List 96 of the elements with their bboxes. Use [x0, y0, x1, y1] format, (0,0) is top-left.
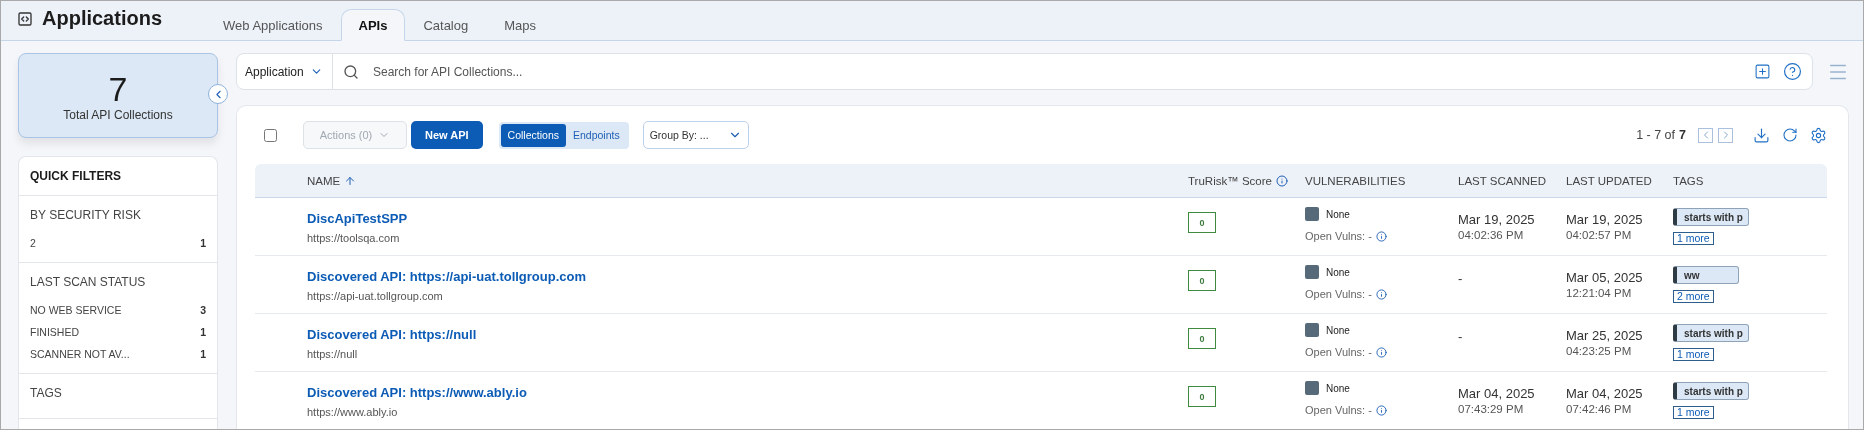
- risk-score: 0: [1188, 212, 1216, 233]
- page-title: Applications: [42, 7, 162, 30]
- api-url: https://null: [307, 348, 359, 360]
- api-name-link[interactable]: DiscApiTestSPP: [307, 211, 408, 226]
- filter-group-title: BY SECURITY RISK: [30, 208, 142, 222]
- settings-button[interactable]: [1810, 126, 1827, 144]
- api-url: https://www.ably.io: [307, 406, 399, 418]
- severity-square-icon: [1305, 381, 1319, 395]
- update-time: 07:42:46 PM: [1566, 403, 1633, 415]
- filters-title: QUICK FILTERS: [19, 157, 217, 196]
- more-tags-link[interactable]: 1 more: [1673, 232, 1714, 245]
- tab[interactable]: Web Applications: [205, 9, 341, 41]
- download-icon: [1753, 126, 1770, 144]
- tab[interactable]: APIs: [340, 9, 406, 41]
- info-icon: [1375, 230, 1387, 242]
- open-vulns-text: Open Vulns: -: [1305, 404, 1372, 416]
- collapse-button[interactable]: [208, 84, 228, 104]
- tag-chip: starts with p: [1673, 208, 1749, 226]
- download-button[interactable]: [1753, 126, 1770, 144]
- api-url: https://toolsqa.com: [307, 232, 401, 244]
- group-by-dropdown[interactable]: Group By: ...: [642, 121, 749, 149]
- filter-group-title: LAST SCAN STATUS: [30, 275, 147, 289]
- new-api-button[interactable]: New API: [411, 121, 483, 149]
- scan-time: 04:02:36 PM: [1458, 229, 1525, 241]
- refresh-icon: [1782, 127, 1798, 143]
- plus-square-icon: [1754, 63, 1771, 80]
- filter-item[interactable]: SCANNER NOT AV...: [30, 348, 130, 360]
- severity-label: None: [1326, 382, 1350, 394]
- select-all-checkbox[interactable]: [264, 128, 277, 142]
- view-option[interactable]: Collections: [500, 123, 566, 147]
- api-name-link[interactable]: Discovered API: https://api-uat.tollgroup.com: [307, 269, 587, 284]
- search-input[interactable]: Search for API Collections...: [371, 63, 1754, 80]
- more-tags-link[interactable]: 1 more: [1673, 348, 1714, 361]
- severity-square-icon: [1305, 323, 1319, 337]
- filter-count: 1: [200, 348, 206, 360]
- filter-item[interactable]: FINISHED: [30, 326, 79, 338]
- scan-date: Mar 04, 2025: [1458, 386, 1536, 401]
- column-header[interactable]: LAST UPDATED: [1566, 174, 1652, 187]
- update-time: 04:23:25 PM: [1566, 345, 1633, 357]
- filter-group-title: TAGS: [30, 386, 63, 400]
- filter-count: 3: [200, 304, 206, 316]
- update-time: 04:02:57 PM: [1566, 229, 1633, 241]
- severity-square-icon: [1305, 207, 1319, 221]
- help-button[interactable]: [1783, 62, 1802, 81]
- filter-item[interactable]: NO WEB SERVICE: [30, 304, 122, 316]
- filter-count: 1: [200, 326, 206, 338]
- scan-date: Mar 19, 2025: [1458, 212, 1536, 227]
- open-vulns-text: Open Vulns: -: [1305, 288, 1372, 300]
- severity-label: None: [1326, 266, 1350, 278]
- severity-label: None: [1326, 208, 1350, 220]
- help-icon: [1783, 62, 1802, 81]
- column-header[interactable]: TAGS: [1673, 174, 1704, 187]
- tag-chip: starts with p: [1673, 324, 1749, 342]
- api-url: https://api-uat.tollgroup.com: [307, 290, 444, 302]
- search-icon: [343, 63, 359, 80]
- update-date: Mar 19, 2025: [1566, 212, 1644, 227]
- column-header[interactable]: LAST SCANNED: [1458, 174, 1546, 187]
- pagination-range: 1 - 7 of: [1636, 128, 1676, 142]
- more-tags-link[interactable]: 2 more: [1673, 290, 1714, 303]
- tab[interactable]: Catalog: [405, 9, 487, 41]
- tag-chip: starts with p: [1673, 382, 1749, 400]
- column-header[interactable]: NAME: [307, 174, 341, 187]
- info-icon: [1375, 346, 1387, 358]
- update-date: Mar 04, 2025: [1566, 386, 1644, 401]
- scan-time: 07:43:29 PM: [1458, 403, 1525, 415]
- severity-square-icon: [1305, 265, 1319, 279]
- column-header[interactable]: VULNERABILITIES: [1305, 174, 1406, 187]
- open-vulns-text: Open Vulns: -: [1305, 346, 1372, 358]
- update-time: 12:21:04 PM: [1566, 287, 1633, 299]
- view-option[interactable]: Endpoints: [565, 123, 627, 147]
- tab[interactable]: Maps: [486, 9, 554, 41]
- add-button[interactable]: [1754, 63, 1771, 80]
- risk-score: 0: [1188, 386, 1216, 407]
- filter-count: 1: [200, 237, 206, 249]
- open-vulns-text: Open Vulns: -: [1305, 230, 1372, 242]
- refresh-button[interactable]: [1782, 127, 1798, 143]
- info-icon: [1375, 404, 1387, 416]
- update-date: Mar 25, 2025: [1566, 328, 1644, 343]
- risk-score: 0: [1188, 328, 1216, 349]
- severity-label: None: [1326, 324, 1350, 336]
- filter-item[interactable]: 2: [30, 237, 36, 249]
- tag-chip: ww: [1673, 266, 1739, 284]
- scan-date: -: [1458, 329, 1464, 344]
- more-tags-link[interactable]: 1 more: [1673, 406, 1714, 419]
- update-date: Mar 05, 2025: [1566, 270, 1644, 285]
- column-header[interactable]: TruRisk™ Score: [1188, 174, 1272, 187]
- settings-icon: [1810, 126, 1827, 144]
- pagination-total: 7: [1679, 128, 1686, 142]
- scan-date: -: [1458, 271, 1464, 286]
- summary-label: Total API Collections: [63, 107, 173, 122]
- api-name-link[interactable]: Discovered API: https://null: [307, 327, 477, 342]
- code-window-icon: [17, 10, 33, 27]
- summary-count: 7: [108, 69, 128, 108]
- risk-score: 0: [1188, 270, 1216, 291]
- api-name-link[interactable]: Discovered API: https://www.ably.io: [307, 385, 527, 400]
- info-icon: [1375, 288, 1387, 300]
